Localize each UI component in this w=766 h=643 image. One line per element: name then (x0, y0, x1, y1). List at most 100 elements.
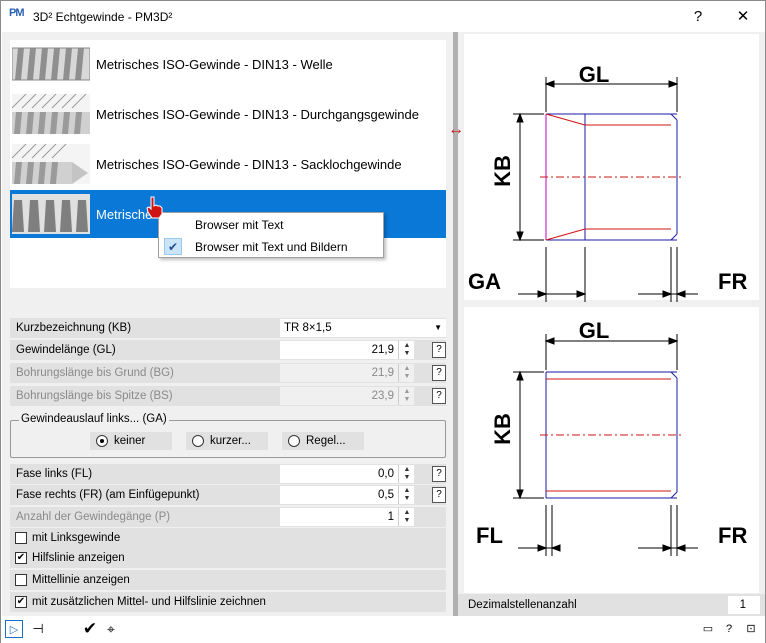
bohrungslaenge-grund-spinner: ▲ ▼ (398, 364, 414, 382)
bohrungslaenge-spitze-spinner: ▲ ▼ (398, 387, 414, 405)
anzahl-gaenge-label: Anzahl der Gewindegänge (P) (16, 511, 171, 523)
thread-shaft-thumbnail-icon (12, 47, 90, 81)
bohrungslaenge-spitze-label: Bohrungslänge bis Spitze (BS) (16, 390, 173, 402)
dezimal-spinner[interactable] (748, 596, 760, 614)
window-title: 3D² Echtgewinde - PM3D² (33, 10, 173, 24)
spin-up-icon[interactable]: ▲ (402, 466, 412, 474)
gewindeauslauf-group: Gewindeauslauf links... (GA) keiner kurz… (10, 413, 446, 458)
spin-down-icon[interactable]: ▼ (402, 350, 412, 358)
trapezoidal-thread-thumbnail-icon (12, 194, 90, 234)
spin-down-icon[interactable]: ▼ (402, 517, 412, 525)
kurzbezeichnung-label: Kurzbezeichnung (KB) (16, 322, 132, 334)
radio-keiner[interactable]: keiner (90, 432, 172, 450)
title-bar: PM 3D² Echtgewinde - PM3D² ? ✕ (1, 1, 765, 32)
kurzbezeichnung-dropdown[interactable]: TR 8×1,5 ▼ (280, 319, 446, 337)
anzahl-gaenge-row: Anzahl der Gewindegänge (P) 1 ▲ ▼ (10, 507, 446, 527)
insert-icon[interactable]: ⌖ (102, 620, 120, 638)
help-icon[interactable]: ? (721, 621, 737, 637)
fase-links-row: Fase links (FL) 0,0 ▲ ▼ ? (10, 464, 446, 484)
anzahl-gaenge-input[interactable]: 1 (280, 508, 398, 526)
thread-dimension-diagram: GL KB GA FR GL KB FL FR (464, 34, 759, 593)
radio-dot-icon (192, 435, 204, 447)
resize-arrows-icon[interactable]: ↔ (447, 121, 465, 139)
close-button[interactable]: ✕ (723, 3, 763, 31)
dezimal-input[interactable]: 1 (728, 596, 748, 614)
fase-links-help-button[interactable]: ? (432, 466, 446, 482)
list-item-label: Metrisches ISO-Gewinde - DIN13 - Durchga… (96, 107, 419, 122)
radio-regel[interactable]: Regel... (282, 432, 364, 450)
spin-down-icon: ▼ (403, 373, 411, 380)
gewindeauslauf-label: Gewindeauslauf links... (GA) (19, 413, 169, 425)
menu-item-label: Browser mit Text (195, 218, 284, 232)
kurzbezeichnung-row: Kurzbezeichnung (KB) TR 8×1,5 ▼ (10, 318, 446, 338)
list-item-durchgangsgewinde[interactable]: Metrisches ISO-Gewinde - DIN13 - Durchga… (10, 90, 446, 138)
radio-label: keiner (114, 435, 146, 447)
zusaetzlich-label: mit zusätzlichen Mittel- und Hilfslinie … (32, 596, 266, 608)
blind-hole-thread-thumbnail-icon (12, 144, 90, 184)
diagram-fr-label: FR (718, 269, 747, 294)
spin-up-icon[interactable]: ▲ (402, 509, 412, 517)
menu-item-label: Browser mit Text und Bildern (195, 240, 348, 254)
menu-item-browser-text[interactable]: Browser mit Text (160, 214, 382, 235)
bohrungslaenge-spitze-input: 23,9 (280, 387, 398, 405)
list-item-welle[interactable]: Metrisches ISO-Gewinde - DIN13 - Welle (10, 40, 446, 88)
radio-label: kurzer... (210, 435, 251, 447)
ok-check-icon[interactable]: ✔ (81, 620, 99, 638)
spin-down-icon[interactable]: ▼ (402, 474, 412, 482)
through-thread-thumbnail-icon (12, 94, 90, 134)
fase-rechts-row: Fase rechts (FR) (am Einfügepunkt) 0,5 ▲… (10, 485, 446, 505)
fase-links-spinner[interactable]: ▲ ▼ (398, 465, 414, 483)
fase-links-input[interactable]: 0,0 (280, 465, 398, 483)
diagram-bottom-canvas (464, 307, 759, 593)
hand-cursor-icon (146, 196, 163, 219)
linksgewinde-checkbox-row[interactable]: mit Linksgewinde (10, 528, 446, 548)
mittellinie-checkbox-row[interactable]: Mittellinie anzeigen (10, 570, 446, 590)
list-item-label: Metrisches ISO-Gewinde - DIN13 - Welle (96, 57, 333, 72)
menu-check-icon: ✔ (164, 238, 182, 255)
radio-kurzer[interactable]: kurzer... (186, 432, 268, 450)
dezimal-row: Dezimalstellenanzahl 1 (458, 594, 765, 616)
hilfslinie-checkbox-row[interactable]: ✔ Hilfslinie anzeigen (10, 548, 446, 568)
settings-icon[interactable]: ⊡ (743, 621, 759, 637)
checkbox-checked-icon[interactable]: ✔ (15, 552, 27, 564)
spin-up-icon[interactable]: ▲ (402, 487, 412, 495)
status-bar: ▷ ⊣ ✔ ⌖ ▭ ? ⊡ (1, 616, 765, 643)
list-item-label: Metrische (96, 207, 153, 222)
bohrungslaenge-spitze-help-button[interactable]: ? (432, 388, 446, 404)
checkbox-checked-icon[interactable]: ✔ (15, 596, 27, 608)
checkbox-unchecked-icon[interactable] (15, 574, 27, 586)
list-item-sacklochgewinde[interactable]: Metrisches ISO-Gewinde - DIN13 - Sackloc… (10, 140, 446, 188)
kurzbezeichnung-value: TR 8×1,5 (284, 322, 332, 334)
minimize-icon[interactable]: ▭ (700, 621, 716, 637)
list-context-menu: Browser mit Text ✔ Browser mit Text und … (158, 212, 384, 258)
bohrungslaenge-grund-help-button[interactable]: ? (432, 365, 446, 381)
gewindelaenge-spinner[interactable]: ▲ ▼ (398, 341, 414, 359)
hilfslinie-label: Hilfslinie anzeigen (32, 552, 125, 564)
left-panel: Metrisches ISO-Gewinde - DIN13 - Welle M… (2, 32, 453, 616)
spin-down-icon[interactable]: ▼ (402, 495, 412, 503)
bohrungslaenge-grund-input: 21,9 (280, 364, 398, 382)
fase-rechts-input[interactable]: 0,5 (280, 486, 398, 504)
anzahl-gaenge-spinner[interactable]: ▲ ▼ (398, 508, 414, 526)
menu-check-icon (164, 216, 182, 233)
bohrungslaenge-spitze-row: Bohrungslänge bis Spitze (BS) 23,9 ▲ ▼ ? (10, 386, 446, 406)
gewindelaenge-help-button[interactable]: ? (432, 342, 446, 358)
fase-rechts-spinner[interactable]: ▲ ▼ (398, 486, 414, 504)
zusaetzlich-checkbox-row[interactable]: ✔ mit zusätzlichen Mittel- und Hilfslini… (10, 592, 446, 612)
help-button[interactable]: ? (678, 3, 718, 31)
fase-links-label: Fase links (FL) (16, 468, 93, 480)
spin-up-icon[interactable]: ▲ (402, 342, 412, 350)
preview-panel: GL KB GA FR GL KB FL FR (458, 32, 765, 616)
radio-label: Regel... (306, 435, 346, 447)
bohrungslaenge-grund-row: Bohrungslänge bis Grund (BG) 21,9 ▲ ▼ ? (10, 363, 446, 383)
fase-rechts-help-button[interactable]: ? (432, 487, 446, 503)
pin-icon[interactable]: ⊣ (29, 620, 47, 638)
spin-up-icon: ▲ (403, 365, 411, 372)
menu-item-browser-text-images[interactable]: ✔ Browser mit Text und Bildern (160, 236, 382, 257)
gewindelaenge-row: Gewindelänge (GL) 21,9 ▲ ▼ ? (10, 340, 446, 360)
dock-icon[interactable]: ▷ (5, 620, 23, 638)
diagram-kb-label: KB (490, 155, 515, 187)
checkbox-unchecked-icon[interactable] (15, 532, 27, 544)
dezimal-label: Dezimalstellenanzahl (468, 599, 577, 611)
gewindelaenge-input[interactable]: 21,9 (280, 341, 398, 359)
